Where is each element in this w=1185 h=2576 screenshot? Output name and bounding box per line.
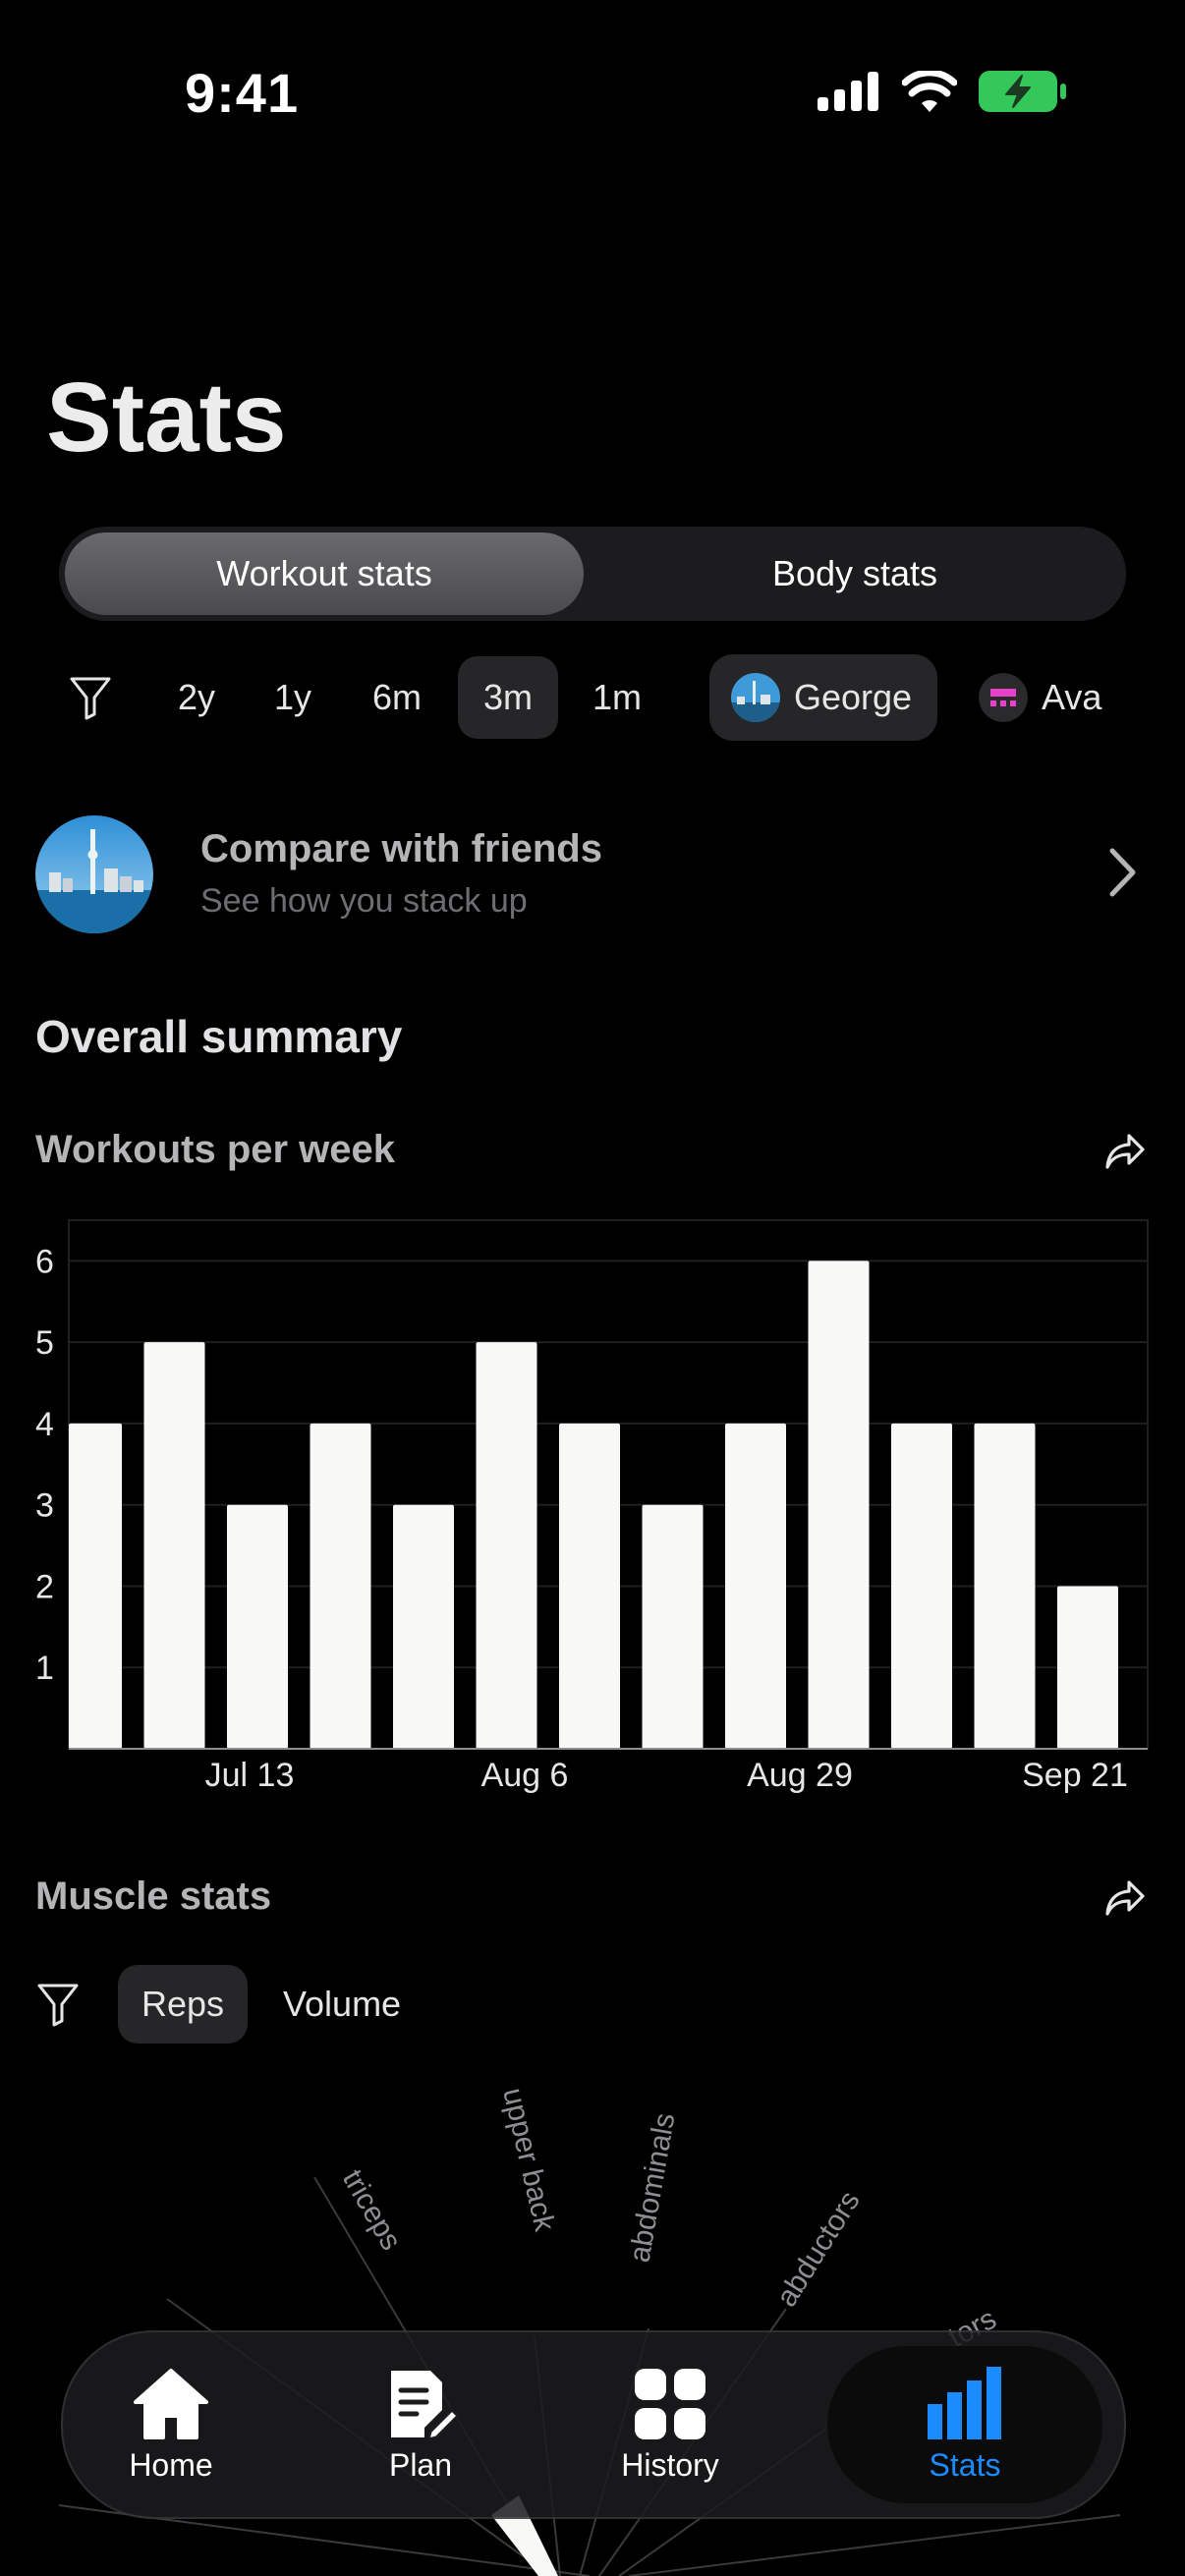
x-tick-label: Jul 13 bbox=[205, 1757, 295, 1794]
chart-bar bbox=[559, 1423, 620, 1749]
muscle-stats-heading: Muscle stats bbox=[35, 1875, 272, 1918]
compare-avatar bbox=[35, 815, 153, 933]
wifi-icon bbox=[902, 71, 957, 112]
status-time: 9:41 bbox=[185, 62, 300, 124]
y-tick-label: 6 bbox=[35, 1243, 54, 1280]
chart-bar bbox=[476, 1342, 537, 1749]
share-icon[interactable] bbox=[1104, 1132, 1146, 1171]
mode-reps[interactable]: Reps bbox=[118, 1965, 249, 2044]
range-1y[interactable]: 1y bbox=[257, 656, 328, 739]
x-tick-label: Sep 21 bbox=[1022, 1757, 1128, 1794]
tab-bar: Home Plan History Stats bbox=[61, 2330, 1126, 2519]
tab-stats-label: Stats bbox=[929, 2446, 1001, 2483]
chart-bar bbox=[69, 1423, 122, 1749]
range-1m[interactable]: 1m bbox=[578, 656, 656, 739]
range-2y[interactable]: 2y bbox=[161, 656, 232, 739]
y-tick-label: 1 bbox=[35, 1650, 54, 1687]
body-stats-tab[interactable]: Body stats bbox=[590, 532, 1120, 615]
plan-icon bbox=[391, 2370, 460, 2441]
compare-with-friends-row[interactable]: Compare with friends See how you stack u… bbox=[0, 806, 1185, 943]
workout-stats-tab[interactable]: Workout stats bbox=[65, 532, 584, 615]
filter-icon[interactable] bbox=[61, 656, 120, 739]
tab-plan-label: Plan bbox=[388, 2446, 453, 2483]
overall-summary-heading: Overall summary bbox=[35, 1011, 403, 1062]
y-tick-label: 5 bbox=[35, 1324, 54, 1362]
y-tick-label: 4 bbox=[35, 1406, 54, 1443]
home-icon bbox=[134, 2368, 208, 2439]
tab-home[interactable]: Home bbox=[63, 2332, 279, 2517]
muscle-share-icon[interactable] bbox=[1104, 1878, 1146, 1918]
stats-type-segmented: Workout stats Body stats bbox=[59, 527, 1126, 621]
user-chip-george[interactable]: George bbox=[709, 654, 938, 741]
chart-bar bbox=[393, 1504, 454, 1749]
chart-bar bbox=[891, 1423, 952, 1749]
x-tick-label: Aug 6 bbox=[481, 1757, 569, 1794]
history-icon bbox=[635, 2368, 705, 2439]
chart-bar bbox=[808, 1260, 870, 1749]
user-name-ava: Ava bbox=[1042, 677, 1102, 717]
battery-icon bbox=[979, 71, 1066, 112]
y-tick-label: 3 bbox=[35, 1487, 54, 1525]
radial-label-upper-back: upper back bbox=[496, 2085, 561, 2235]
tab-history-label: History bbox=[621, 2446, 719, 2483]
compare-title: Compare with friends bbox=[200, 827, 602, 870]
range-filter-row: 2y 1y 6m 3m 1m George Ava bbox=[0, 650, 1185, 745]
chart-bar bbox=[143, 1342, 205, 1749]
compare-subtitle: See how you stack up bbox=[200, 882, 528, 920]
chart-title: Workouts per week bbox=[35, 1128, 396, 1171]
user-chip-ava[interactable]: Ava bbox=[957, 654, 1127, 741]
chart-bar bbox=[974, 1423, 1036, 1749]
status-icons bbox=[818, 71, 1067, 112]
range-3m[interactable]: 3m bbox=[458, 656, 558, 739]
user-name-george: George bbox=[794, 677, 913, 717]
ava-avatar bbox=[979, 673, 1028, 722]
tab-stats[interactable]: Stats bbox=[827, 2346, 1102, 2503]
stats-icon bbox=[928, 2366, 1001, 2439]
muscle-mode-row: Reps Volume bbox=[0, 1965, 1185, 2044]
x-tick-label: Aug 29 bbox=[747, 1757, 853, 1794]
tab-home-label: Home bbox=[129, 2446, 213, 2483]
chart-bar bbox=[1057, 1586, 1118, 1749]
range-6m[interactable]: 6m bbox=[356, 656, 438, 739]
chart-bar bbox=[310, 1423, 371, 1749]
chevron-right-icon bbox=[1109, 848, 1136, 897]
george-avatar bbox=[731, 673, 780, 722]
y-tick-label: 2 bbox=[35, 1568, 54, 1605]
chart-bar bbox=[725, 1423, 786, 1749]
muscle-filter-icon[interactable] bbox=[33, 1965, 83, 2044]
radial-label-abductors: abductors bbox=[770, 2185, 867, 2312]
workouts-per-week-chart: 1 2 3 4 5 6 Jul 13 Aug 6 Aug 29 Sep 21 bbox=[35, 1219, 1149, 1794]
radial-label-triceps: triceps bbox=[336, 2164, 408, 2256]
tab-plan[interactable]: Plan bbox=[312, 2332, 529, 2517]
signal-icon bbox=[818, 72, 878, 111]
chart-bar bbox=[642, 1504, 704, 1749]
tab-history[interactable]: History bbox=[562, 2332, 778, 2517]
radial-label-abdominals: abdominals bbox=[623, 2110, 681, 2265]
mode-volume[interactable]: Volume bbox=[283, 1965, 401, 2044]
page-title: Stats bbox=[46, 363, 287, 473]
chart-bar bbox=[227, 1504, 288, 1749]
